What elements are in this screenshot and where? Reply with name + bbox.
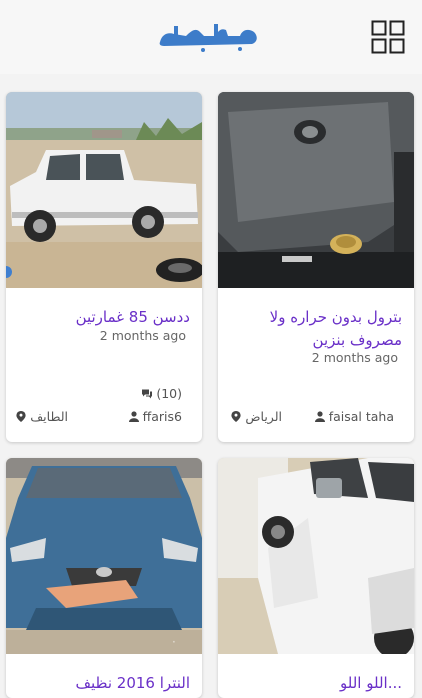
city-name: الطايف	[30, 409, 68, 424]
listing-title[interactable]: النترا 2016 نظيف	[18, 672, 190, 695]
listing-card[interactable]: ددسن 85 غمارتين 2 months ago (10) ffaris…	[6, 92, 202, 442]
city-name: الرياض	[245, 409, 282, 424]
author-name: faisal taha	[328, 409, 394, 424]
listing-author[interactable]: ffaris6	[128, 409, 182, 424]
author-name: ffaris6	[142, 409, 182, 424]
user-icon	[314, 411, 325, 422]
listing-author[interactable]: faisal taha	[314, 409, 394, 424]
listing-photo-blue-sedan[interactable]: ·	[6, 458, 202, 654]
listing-card[interactable]: بترول بدون حراره ولا مصروف بنزين 2 month…	[218, 92, 414, 442]
user-icon	[128, 411, 139, 422]
listing-photo-engine[interactable]	[218, 92, 414, 288]
listing-title[interactable]: بترول بدون حراره ولا مصروف بنزين	[230, 306, 402, 352]
haraj-logo[interactable]	[156, 20, 262, 52]
app-header	[0, 0, 422, 74]
listing-card[interactable]: · النترا 2016 نظيف	[6, 458, 202, 698]
listing-comments[interactable]: (10)	[142, 386, 182, 401]
listing-photo-white-pickup[interactable]	[218, 458, 414, 654]
comments-count: (10)	[156, 386, 182, 401]
svg-text:·: ·	[172, 635, 176, 649]
listing-city: الطايف	[16, 409, 68, 424]
location-pin-icon	[231, 411, 241, 422]
listing-time: 2 months ago	[311, 350, 398, 365]
location-pin-icon	[16, 411, 26, 422]
grid-view-icon[interactable]	[371, 20, 405, 54]
listing-card[interactable]: ...اللو اللو	[218, 458, 414, 698]
comments-icon	[142, 389, 153, 399]
listing-city: الرياض	[231, 409, 282, 424]
listing-title[interactable]: ددسن 85 غمارتين	[18, 306, 190, 329]
listing-time: 2 months ago	[99, 328, 186, 343]
listing-photo-pickup[interactable]	[6, 92, 202, 288]
listing-title[interactable]: ...اللو اللو	[230, 672, 402, 695]
